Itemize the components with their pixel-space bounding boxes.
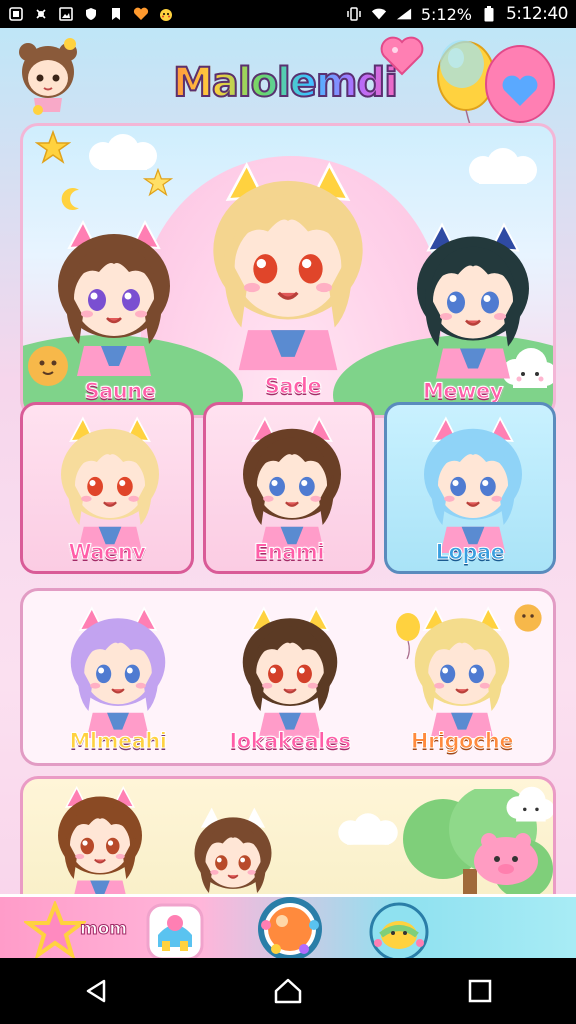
clock: 5:12:40 (505, 4, 569, 24)
image-icon (58, 6, 74, 22)
shield-icon (83, 6, 99, 22)
battery-percent: 5:12% (420, 4, 472, 24)
character-row-panel: Mlmeahi Iokakeales Hrigoche (20, 588, 556, 766)
pig-icon (471, 829, 541, 893)
wifi-icon (371, 6, 387, 22)
character-enami (217, 413, 367, 553)
sim-icon (8, 6, 24, 22)
system-nav-bar (0, 958, 576, 1024)
character-name-label: Lopae (435, 540, 505, 565)
toolbar-label: mom (79, 919, 128, 940)
app-screen: Malolemdi Saune Sade Mewey Waenv Enami L… (0, 28, 576, 958)
status-right-icons: 5:12% 5:12:40 (346, 4, 569, 24)
character-name-label: Mewey (423, 379, 504, 404)
character-brown-catgirl[interactable] (35, 783, 165, 903)
status-bar: 5:12% 5:12:40 (0, 0, 576, 28)
battery-icon (481, 6, 497, 22)
character-card[interactable]: Enami (203, 402, 375, 574)
character-sade[interactable] (188, 146, 388, 381)
character-card[interactable]: Lopae (384, 402, 556, 574)
balloon-icon (393, 611, 423, 665)
profile-avatar[interactable] (16, 36, 80, 116)
pikachu-icon (158, 6, 174, 22)
character-waenv (35, 413, 185, 553)
bug-icon (33, 6, 49, 22)
star-button[interactable] (24, 901, 86, 958)
character-lopae (398, 413, 548, 553)
home-button[interactable] (258, 961, 318, 1021)
character-mewey[interactable] (398, 211, 548, 386)
center-orb-button[interactable] (256, 895, 324, 958)
character-mlmeahi[interactable] (43, 603, 193, 738)
star-icon (142, 167, 174, 202)
character-name-label: Iokakeales (229, 729, 352, 754)
character-name-label: Saune (84, 379, 156, 404)
vibrate-icon (346, 6, 362, 22)
heart-icon (380, 36, 424, 80)
bookmark-icon (108, 6, 124, 22)
character-name-label: Mlmeahi (69, 729, 168, 754)
star-icon (34, 129, 72, 170)
cookie-icon (511, 601, 545, 639)
character-name-label: Enami (253, 540, 325, 565)
character-name-label: Waenv (68, 540, 146, 565)
cloud-face-icon (503, 785, 553, 829)
back-button[interactable] (66, 961, 126, 1021)
signal-icon (396, 6, 412, 22)
status-left-icons (8, 6, 174, 22)
recents-button[interactable] (450, 961, 510, 1021)
character-name-label: Sade (264, 374, 322, 399)
header: Malolemdi (0, 28, 576, 201)
character-name-label: Hrigoche (410, 729, 514, 754)
bottom-toolbar: mom (0, 894, 576, 958)
character-saune[interactable] (39, 206, 189, 386)
cloud-icon (463, 146, 543, 190)
app-title: Malolemdi (165, 48, 405, 118)
toy-button[interactable] (144, 901, 206, 958)
cloud-icon (333, 809, 403, 853)
hero-featured-card[interactable]: Saune Sade Mewey (20, 123, 556, 418)
heart-icon (133, 6, 149, 22)
character-card[interactable]: Waenv (20, 402, 194, 574)
gift-button[interactable] (368, 901, 430, 958)
character-iokakeales[interactable] (215, 603, 365, 738)
